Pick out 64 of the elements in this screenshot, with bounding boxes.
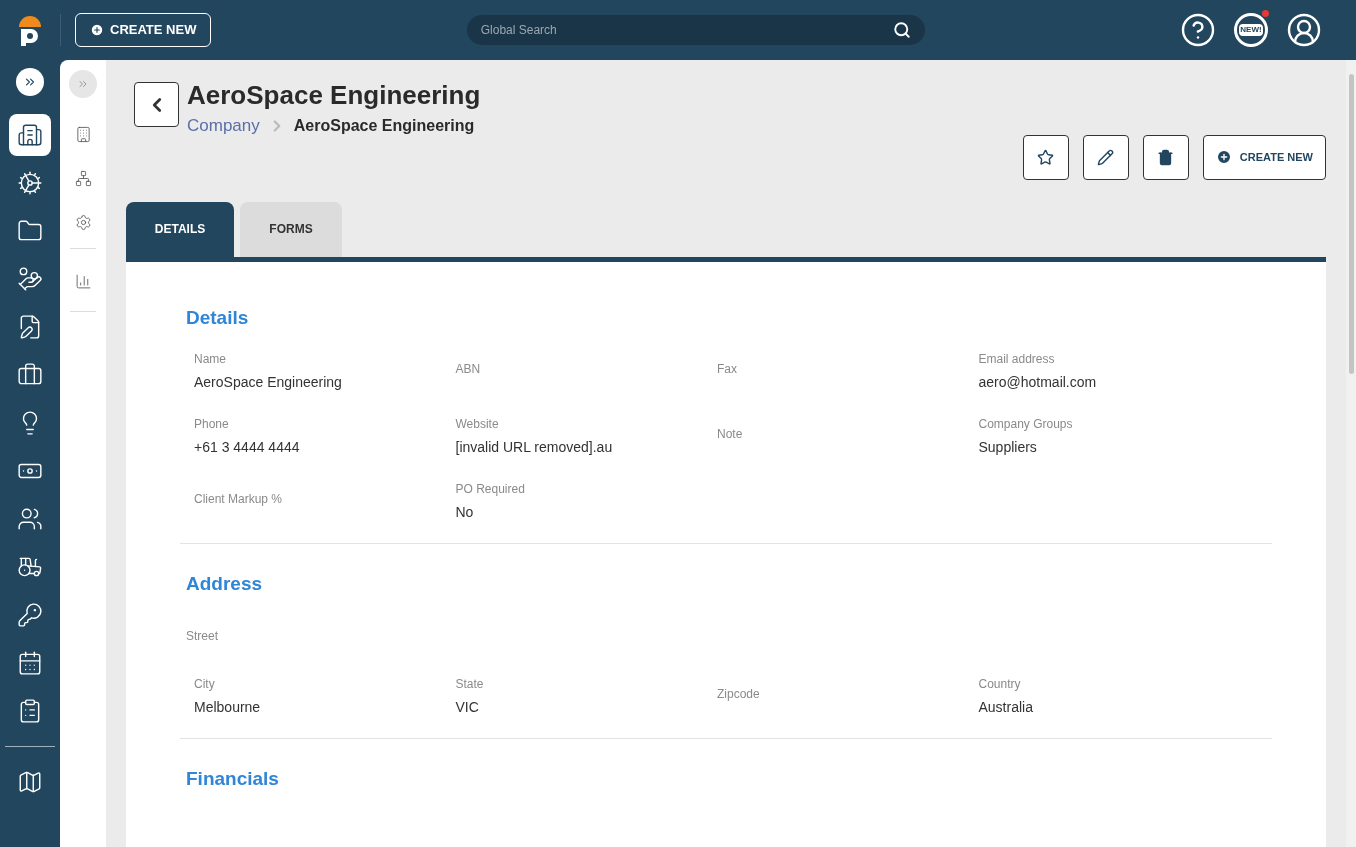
news-badge[interactable]: NEW!: [1234, 13, 1268, 47]
field-value: Suppliers: [978, 438, 1038, 457]
section-title: Financials: [185, 766, 280, 791]
star-icon: [1037, 148, 1055, 166]
help-icon[interactable]: [1180, 12, 1216, 48]
plus-icon: [1215, 149, 1232, 165]
field-label: Email address: [978, 351, 1056, 368]
chevrons-icon: [23, 75, 37, 89]
field-value: VIC: [455, 697, 480, 717]
section-title: Address: [185, 572, 264, 596]
field-label: City: [194, 675, 216, 693]
search-input[interactable]: Global Search: [480, 21, 893, 39]
field-value: Australia: [978, 697, 1034, 717]
create-new-button[interactable]: CREATE NEW: [75, 13, 212, 47]
edit-button[interactable]: [1082, 134, 1129, 180]
breadcrumb-current: AeroSpace Engineering: [293, 115, 475, 136]
field-label: Street: [186, 627, 219, 645]
field-label: Website: [455, 416, 500, 433]
section-title: Details: [185, 305, 250, 330]
plus-icon: [90, 23, 104, 37]
nav-item[interactable]: [9, 114, 51, 156]
field-value: [invalid URL removed].au: [455, 438, 614, 457]
hand-coin-icon: [17, 266, 43, 292]
users-icon: [17, 506, 43, 532]
field-value: Melbourne: [194, 697, 262, 717]
calendar-icon: [17, 650, 43, 676]
tab[interactable]: FORMS: [240, 201, 342, 257]
field-label: Phone: [194, 416, 230, 433]
delete-button[interactable]: [1142, 134, 1189, 180]
field-label: Fax: [717, 361, 738, 378]
pencil-icon: [1097, 148, 1115, 166]
field-label: Zipcode: [717, 685, 761, 703]
create-button[interactable]: CREATE NEW: [1202, 134, 1326, 180]
field-label: Country: [978, 675, 1022, 693]
field-value: No: [455, 503, 475, 522]
field-value: aero@hotmail.com: [978, 373, 1098, 392]
favorite-button[interactable]: [1022, 134, 1069, 180]
field-value: AeroSpace Engineering: [194, 373, 343, 392]
settings-icon: [74, 213, 92, 231]
chart-icon: [74, 272, 92, 290]
field-label: Company Groups: [978, 416, 1074, 433]
trash-icon: [1157, 148, 1175, 166]
logo-icon: [17, 14, 43, 46]
field-label: PO Required: [455, 481, 526, 498]
field-label: ABN: [455, 361, 482, 378]
back-button[interactable]: [134, 82, 179, 127]
tab[interactable]: DETAILS: [126, 201, 234, 257]
chevrons-icon: [77, 78, 89, 90]
field-label: State: [455, 675, 485, 693]
building-icon: [74, 125, 92, 143]
field-label: Note: [717, 426, 744, 443]
building-icon: [17, 122, 43, 148]
key-icon: [17, 602, 43, 628]
expand-button[interactable]: [16, 68, 44, 96]
network-icon: [74, 169, 92, 187]
search-icon: [892, 21, 911, 39]
field-label: Name: [194, 351, 227, 368]
map-icon: [17, 769, 43, 795]
field-value: +61 3 4444 4444: [194, 438, 301, 457]
breadcrumb-link[interactable]: Company: [187, 113, 260, 139]
search-field[interactable]: Global Search: [466, 15, 925, 45]
field-label: Client Markup %: [194, 491, 284, 508]
page-title: AeroSpace Engineering: [187, 79, 481, 112]
profile-icon[interactable]: [1286, 12, 1322, 48]
